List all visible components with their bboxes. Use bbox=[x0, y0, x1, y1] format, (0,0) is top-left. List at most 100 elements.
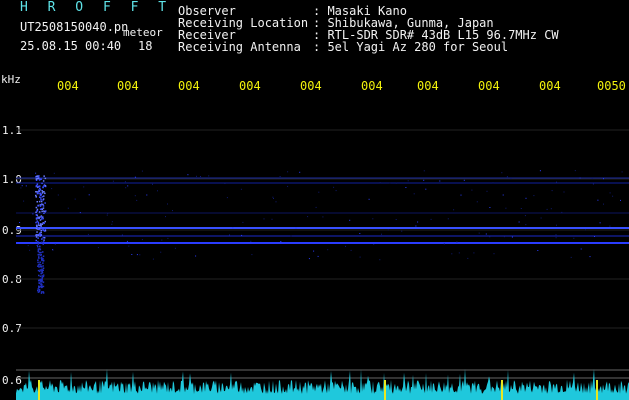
noise-pixel bbox=[563, 191, 565, 193]
meteor-pixel bbox=[38, 290, 41, 293]
meteor-pixel bbox=[42, 265, 44, 267]
meteor-pixel bbox=[38, 200, 41, 203]
noise-pixel bbox=[51, 188, 53, 190]
meteor-pixel bbox=[38, 189, 40, 191]
meteor-pixel bbox=[36, 231, 38, 233]
noise-pixel bbox=[54, 243, 56, 245]
meteor-label: meteor bbox=[123, 26, 163, 39]
x-tick-label: 004 bbox=[539, 79, 561, 93]
meteor-pixel bbox=[40, 223, 42, 225]
meteor-pixel bbox=[39, 270, 41, 273]
noise-pixel bbox=[134, 176, 136, 178]
meteor-pixel bbox=[37, 288, 39, 290]
meteor-pixel bbox=[40, 178, 42, 180]
noise-pixel bbox=[603, 203, 604, 205]
noise-pixel bbox=[111, 223, 113, 225]
meteor-pixel bbox=[43, 210, 45, 212]
noise-pixel bbox=[25, 185, 27, 187]
noise-pixel bbox=[52, 249, 53, 251]
meteor-pixel bbox=[41, 182, 43, 185]
noise-pixel bbox=[134, 195, 136, 197]
noise-pixel bbox=[381, 233, 382, 235]
meteor-pixel bbox=[39, 269, 42, 271]
noise-pixel bbox=[405, 187, 407, 188]
noise-pixel bbox=[368, 198, 370, 200]
meteor-pixel bbox=[42, 292, 45, 294]
meteor-pixel bbox=[36, 220, 38, 222]
meteor-pixel bbox=[37, 237, 39, 239]
meteor-pixel bbox=[42, 275, 45, 278]
noise-pixel bbox=[609, 225, 611, 227]
noise-pixel bbox=[88, 194, 90, 196]
meteor-pixel bbox=[41, 190, 43, 192]
noise-pixel bbox=[161, 239, 163, 241]
meteor-pixel bbox=[42, 180, 45, 182]
x-tick-label: 004 bbox=[361, 79, 383, 93]
meteor-pixel bbox=[41, 208, 44, 210]
meteor-pixel bbox=[37, 240, 39, 243]
noise-pixel bbox=[591, 178, 593, 180]
meteor-pixel bbox=[39, 188, 42, 191]
noise-pixel bbox=[183, 242, 185, 244]
noise-pixel bbox=[471, 189, 473, 191]
noise-pixel bbox=[395, 182, 397, 184]
noise-pixel bbox=[585, 229, 586, 231]
noise-pixel bbox=[295, 227, 297, 229]
noise-pixel bbox=[451, 253, 453, 255]
noise-pixel bbox=[525, 197, 527, 199]
meteor-pixel bbox=[40, 257, 43, 259]
meteor-pixel bbox=[40, 278, 42, 280]
noise-pixel bbox=[165, 216, 166, 218]
noise-pixel bbox=[313, 250, 315, 252]
meteor-pixel bbox=[37, 289, 39, 292]
noise-pixel bbox=[23, 200, 25, 202]
noise-pixel bbox=[467, 257, 469, 259]
meteor-pixel bbox=[42, 251, 44, 253]
noise-pixel bbox=[251, 254, 253, 256]
noise-pixel bbox=[373, 243, 375, 245]
meteor-pixel bbox=[40, 283, 42, 285]
noise-pixel bbox=[503, 236, 505, 238]
meteor-pixel bbox=[39, 248, 42, 251]
noise-pixel bbox=[36, 245, 38, 246]
noise-pixel bbox=[21, 185, 23, 187]
file-name: UT2508150040.pn bbox=[20, 20, 129, 34]
meteor-pixel bbox=[36, 210, 39, 212]
noise-pixel bbox=[335, 190, 337, 192]
meteor-pixel bbox=[37, 205, 39, 207]
meteor-count: 18 bbox=[138, 39, 153, 53]
noise-pixel bbox=[139, 254, 141, 256]
noise-pixel bbox=[333, 186, 335, 188]
meteor-pixel bbox=[38, 286, 40, 288]
meteor-pixel bbox=[38, 282, 40, 284]
noise-pixel bbox=[271, 218, 273, 220]
meteor-pixel bbox=[43, 195, 45, 197]
noise-pixel bbox=[520, 208, 522, 209]
meteor-pixel bbox=[36, 192, 39, 195]
meteor-pixel bbox=[41, 291, 43, 293]
meteor-pixel bbox=[38, 192, 40, 195]
meteor-pixel bbox=[36, 183, 39, 185]
noise-pixel bbox=[20, 187, 22, 189]
meteor-pixel bbox=[42, 198, 45, 200]
spectrum-marker bbox=[596, 380, 598, 400]
noise-pixel bbox=[279, 176, 281, 177]
noise-pixel bbox=[322, 216, 324, 218]
meteor-pixel bbox=[42, 257, 44, 260]
grid bbox=[16, 129, 629, 379]
meteor-pixel bbox=[35, 236, 38, 238]
x-tick-label: 004 bbox=[117, 79, 139, 93]
noise-pixel bbox=[308, 258, 310, 260]
noise-pixel bbox=[413, 193, 415, 195]
noise-pixel bbox=[599, 222, 601, 224]
meteor-pixel bbox=[44, 185, 47, 187]
noise-pixel bbox=[345, 245, 346, 247]
app-title: H R O F F T bbox=[20, 0, 173, 15]
meteor-pixel bbox=[37, 175, 39, 177]
meteor-pixel bbox=[42, 262, 44, 264]
noise-pixel bbox=[456, 241, 458, 243]
meteor-pixel bbox=[35, 211, 37, 213]
noise-pixel bbox=[603, 178, 604, 180]
noise-pixel bbox=[417, 221, 419, 223]
noise-pixel bbox=[359, 233, 361, 234]
